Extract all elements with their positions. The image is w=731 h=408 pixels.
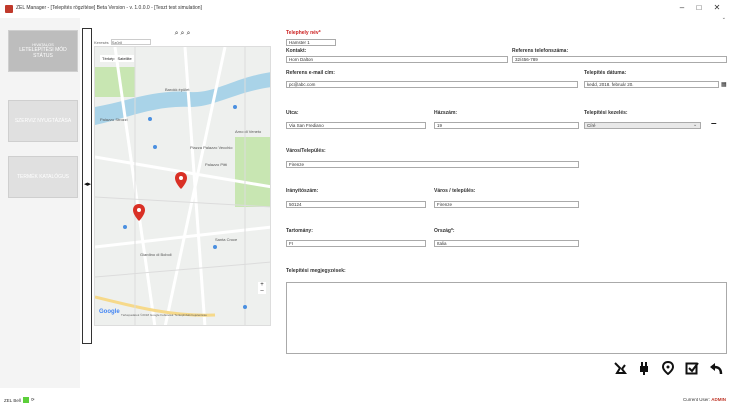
county-label: Tartomány: — [286, 228, 313, 234]
map-label: Santa Croce — [215, 237, 238, 242]
panel-toggle-icon[interactable]: ◂▸ — [84, 180, 91, 188]
install-date-label: Telepítés dátuma: — [584, 70, 627, 76]
zip-input[interactable]: 50124 — [286, 201, 426, 208]
zoom-in-icon[interactable]: ⌕ — [175, 30, 179, 38]
zoom-reset-icon[interactable]: ⌕ — [181, 30, 185, 38]
map-label: Giardino di Boboli — [140, 252, 172, 257]
scan-icon[interactable] — [612, 360, 628, 376]
map-label: Barokk épület — [165, 87, 190, 92]
status-bar: ZEL Bell ⟳ Current User: ADMIN — [0, 394, 731, 408]
country-input[interactable]: Italia — [434, 240, 579, 247]
town-label: Város / település: — [434, 188, 476, 194]
street-input[interactable]: Via San Frediano — [286, 122, 426, 129]
zoom-out-icon[interactable]: ⌕ — [186, 30, 190, 38]
google-logo: Google — [99, 309, 120, 315]
minimize-button[interactable]: – — [676, 3, 688, 12]
back-arrow-icon[interactable] — [708, 360, 724, 376]
install-location-label: Telepítési kezelés: — [584, 110, 628, 116]
map-label: Palazzo Pitti — [205, 162, 228, 167]
street-label: Utca: — [286, 110, 299, 116]
ref-email-label: Referens e-mail cím: — [286, 70, 335, 76]
map-search-label: Keresés — [94, 39, 109, 45]
county-input[interactable]: FI — [286, 240, 426, 247]
notes-label: Telepítési megjegyzések: — [286, 268, 346, 274]
park-shape — [235, 137, 270, 207]
maximize-button[interactable]: □ — [693, 3, 705, 12]
map-footer: Térképadatok ©2018 Google Feltételek Tér… — [121, 313, 207, 317]
sidebar-item-label: TERMÉK katalógus — [16, 174, 70, 180]
refresh-icon[interactable]: ⟳ — [31, 397, 35, 403]
sidebar-item-label: SZERVIZ nyugtázása — [14, 118, 72, 124]
town-input[interactable]: Firenze — [434, 201, 579, 208]
install-date-picker[interactable]: kedd, 2018. február 20. — [584, 81, 719, 88]
map-canvas[interactable]: Barokk épület Piazza Palazzo Vecchio Pal… — [94, 46, 271, 326]
calendar-icon[interactable]: ▦ — [721, 81, 727, 88]
close-button[interactable]: ✕ — [711, 3, 723, 12]
map-toolbar: ⌕ ⌕ ⌕ — [94, 30, 271, 38]
plug-icon[interactable] — [636, 360, 652, 376]
install-location-select[interactable]: Círé — [584, 122, 701, 129]
map-search-row: Keresés Szűrő — [94, 38, 271, 46]
app-logo-icon — [5, 5, 13, 13]
notes-textarea[interactable] — [286, 282, 727, 354]
park-shape — [95, 67, 135, 97]
map-area: ⌕ ⌕ ⌕ Keresés Szűrő Barokk épület Piazza… — [94, 30, 271, 330]
sidebar: Hivatalos LETELEPÍTÉSI MÓD STÁTUS SZERVI… — [0, 18, 80, 388]
remove-button[interactable]: – — [711, 118, 717, 129]
country-label: Ország*: — [434, 228, 455, 234]
contact-label: Kontakt: — [286, 48, 307, 54]
map-search-input[interactable]: Szűrő — [110, 39, 151, 45]
location-pin-icon[interactable] — [660, 360, 676, 376]
ref-email-input[interactable]: pc@abc.com — [286, 81, 578, 88]
zip-label: Irányítószám: — [286, 188, 319, 194]
map-layer-tabs: Térkép Satellite — [100, 55, 134, 62]
installation-form: Telephely név* Hamster 1 Kontakt: Horn D… — [284, 30, 729, 375]
house-number-input[interactable]: 19 — [434, 122, 579, 129]
sidebar-item-installation-status[interactable]: Hivatalos LETELEPÍTÉSI MÓD STÁTUS — [8, 30, 78, 72]
house-number-label: Házszám: — [434, 110, 458, 116]
ref-phone-input[interactable]: 32/456-789 — [512, 56, 727, 63]
action-bar — [612, 360, 724, 376]
contact-input[interactable]: Horn Dalton — [286, 56, 508, 63]
status-left-text: ZEL Bell — [4, 397, 21, 403]
ref-phone-label: Referens telefonszáma: — [512, 48, 569, 54]
chevron-down-icon: ⌄ — [693, 122, 698, 128]
connection-status-icon — [22, 397, 29, 403]
map-label: Arno di Veneto — [235, 129, 262, 134]
window-title: ZEL Manager - [Telepítés rögzítése] Beta… — [16, 5, 202, 11]
city-label: Város/Település: — [286, 148, 326, 154]
city-input[interactable]: Firenze — [286, 161, 579, 168]
map-zoom-controls: + – — [258, 282, 266, 294]
tab-satellite[interactable]: Satellite — [117, 56, 131, 61]
current-user-prefix: Current User: — [682, 397, 710, 402]
current-user-name: ADMIN — [711, 397, 726, 402]
sidebar-item-label: LETELEPÍTÉSI MÓD STÁTUS — [19, 47, 67, 60]
map-label: Piazza Palazzo Vecchio — [190, 145, 233, 150]
site-name-label: Telephely név* — [286, 30, 321, 36]
tab-map[interactable]: Térkép — [102, 56, 114, 61]
collapse-arrow-icon[interactable]: ⌄ — [722, 15, 726, 21]
map-zoom-out-button[interactable]: – — [258, 288, 266, 294]
sidebar-item-catalog[interactable]: TERMÉK katalógus — [8, 156, 78, 198]
check-box-icon[interactable] — [684, 360, 700, 376]
sidebar-item-service[interactable]: SZERVIZ nyugtázása — [8, 100, 78, 142]
title-bar: ZEL Manager - [Telepítés rögzítése] Beta… — [0, 0, 731, 21]
site-name-input[interactable]: Hamster 1 — [286, 39, 336, 46]
map-label: Palazzo Strozzi — [100, 117, 128, 122]
